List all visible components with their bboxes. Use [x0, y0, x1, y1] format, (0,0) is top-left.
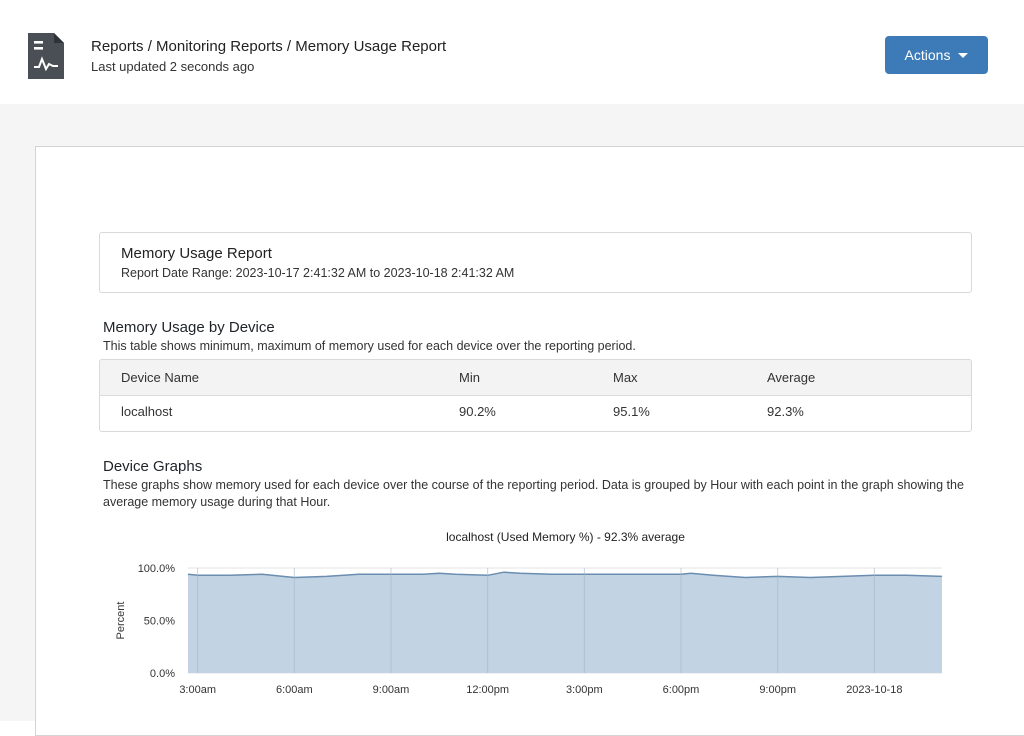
table-header [100, 360, 971, 396]
cell-average: 92.3% [767, 404, 804, 419]
actions-button-label: Actions [904, 47, 951, 63]
x-tick-label: 6:00am [276, 684, 313, 696]
report-title: Memory Usage Report [121, 245, 272, 262]
usage-section-title: Memory Usage by Device [103, 319, 275, 336]
x-tick-label: 9:00pm [759, 684, 796, 696]
memory-usage-chart: 100.0% 50.0% 0.0% 3:00am 6:00am 9:00am 12:00pm… [115, 563, 943, 696]
memory-area [188, 572, 942, 673]
y-tick-label: 50.0% [144, 616, 175, 628]
graphs-section-description: These graphs show memory used for each d… [103, 478, 964, 509]
report-date-range: Report Date Range: 2023-10-17 2:41:32 AM… [121, 266, 515, 280]
cell-device-name: localhost [121, 404, 173, 419]
usage-section-description: This table shows minimum, maximum of mem… [103, 339, 636, 353]
x-tick-label: 3:00pm [566, 684, 603, 696]
caret-down-icon [958, 52, 969, 58]
y-tick-label: 100.0% [138, 563, 176, 575]
column-header-min[interactable]: Min [459, 370, 480, 385]
x-tick-label: 6:00pm [663, 684, 700, 696]
last-updated-text: Last updated 2 seconds ago [91, 59, 255, 74]
cell-max: 95.1% [613, 404, 650, 419]
x-tick-label: 3:00am [179, 684, 216, 696]
header-bar: Reports / Monitoring Reports / Memory Us… [0, 0, 1024, 104]
column-header-device-name[interactable]: Device Name [121, 370, 199, 385]
x-tick-label: 9:00am [373, 684, 410, 696]
chart-title: localhost (Used Memory %) - 92.3% averag… [446, 530, 685, 544]
memory-usage-table: Device Name Min Max Average localhost 90… [99, 359, 972, 432]
graphs-section-title: Device Graphs [103, 458, 203, 475]
x-tick-label: 12:00pm [466, 684, 509, 696]
actions-button[interactable]: Actions [885, 36, 988, 74]
report-summary-card [99, 232, 972, 293]
column-header-max[interactable]: Max [613, 370, 638, 385]
column-header-average[interactable]: Average [767, 370, 815, 385]
breadcrumb: Reports / Monitoring Reports / Memory Us… [91, 38, 447, 55]
cell-min: 90.2% [459, 404, 496, 419]
x-tick-label: 2023-10-18 [846, 684, 902, 696]
y-axis-label: Percent [115, 602, 127, 640]
y-tick-label: 0.0% [150, 668, 175, 680]
report-icon [28, 33, 64, 79]
